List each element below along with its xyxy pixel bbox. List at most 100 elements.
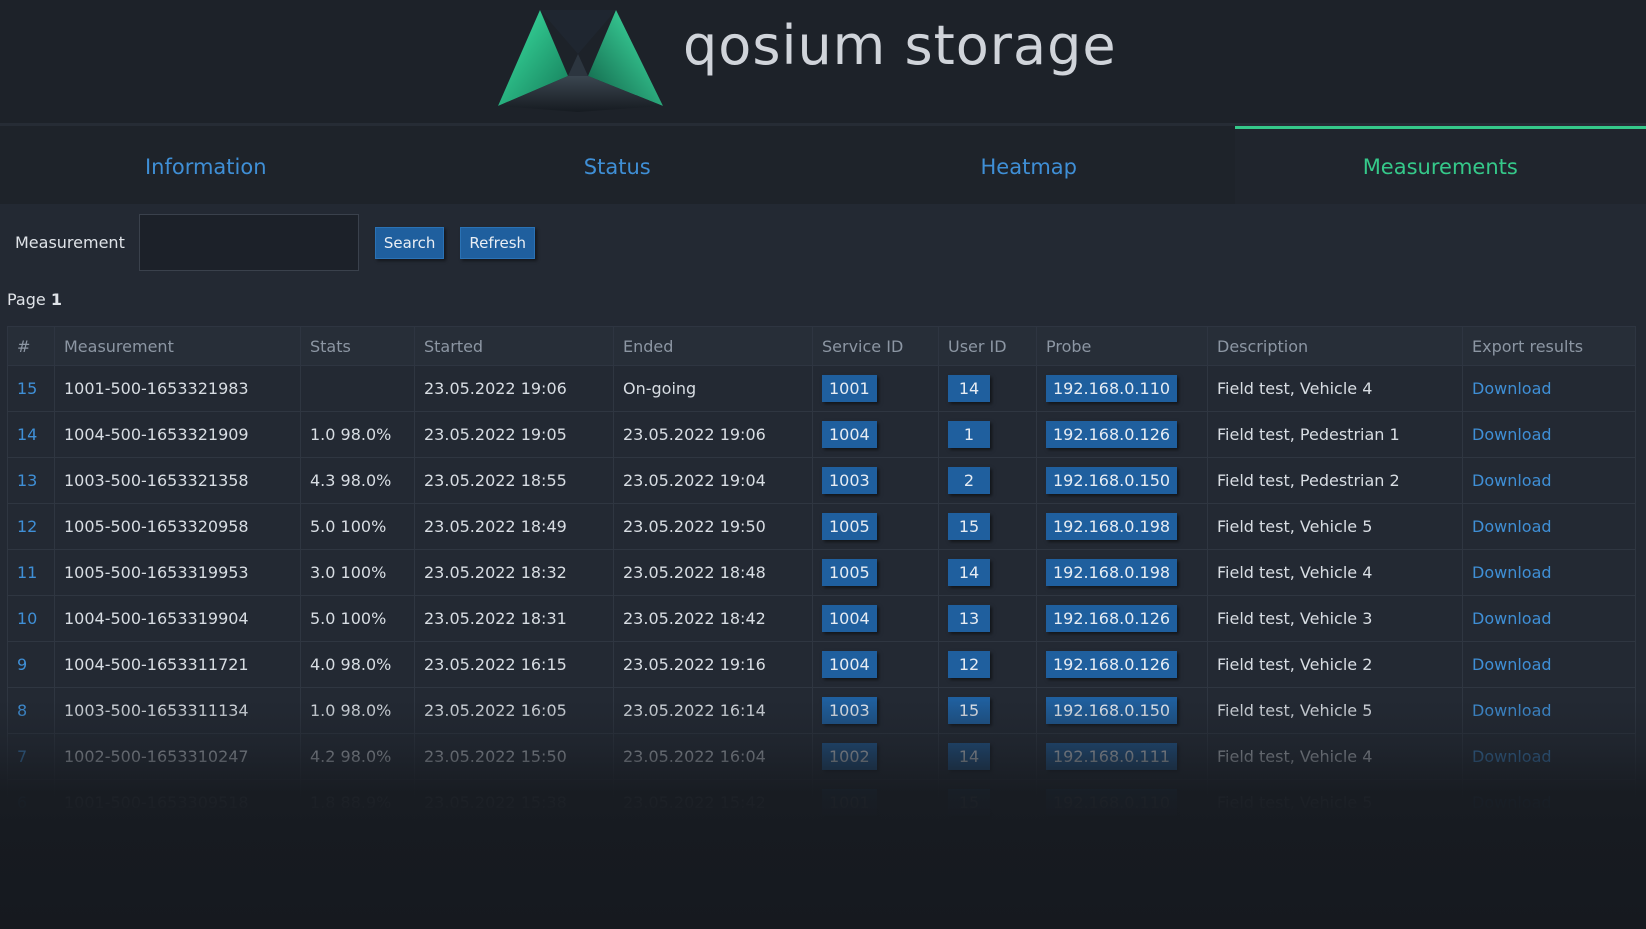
user-id-badge: 1	[948, 421, 990, 448]
row-index[interactable]: 13	[7, 457, 55, 504]
service-id-badge: 1004	[822, 651, 877, 678]
download-link[interactable]: Download	[1472, 793, 1552, 812]
row-stats: 4.3 98.0%	[300, 457, 415, 504]
refresh-button[interactable]: Refresh	[460, 226, 536, 259]
row-description: Field test, Vehicle 5	[1207, 503, 1463, 550]
service-id-badge: 1004	[822, 421, 877, 448]
download-link[interactable]: Download	[1472, 379, 1552, 398]
row-index[interactable]: 11	[7, 549, 55, 596]
row-service-id-cell: 1005	[812, 549, 939, 596]
service-id-badge: 1003	[822, 697, 877, 724]
row-started: 23.05.2022 16:15	[414, 641, 614, 688]
row-probe-cell: 192.168.0.126	[1036, 595, 1208, 642]
col-header-measurement: Measurement	[54, 326, 301, 366]
row-measurement: 1003-500-1653311134	[54, 687, 301, 734]
row-index[interactable]: 7	[7, 733, 55, 780]
row-index[interactable]: 6	[7, 779, 55, 826]
row-ended: On-going	[613, 365, 813, 412]
row-probe-cell: 192.168.0.126	[1036, 411, 1208, 458]
row-index[interactable]: 8	[7, 687, 55, 734]
probe-badge: 192.168.0.198	[1046, 513, 1178, 540]
row-stats	[300, 365, 415, 412]
row-service-id-cell: 1005	[812, 503, 939, 550]
user-id-badge: 2	[948, 467, 990, 494]
probe-badge: 192.168.0.198	[1046, 559, 1178, 586]
service-id-badge: 1005	[822, 559, 877, 586]
download-link[interactable]: Download	[1472, 563, 1552, 582]
row-measurement: 1005-500-1653319953	[54, 549, 301, 596]
download-link[interactable]: Download	[1472, 471, 1552, 490]
download-link[interactable]: Download	[1472, 747, 1552, 766]
row-ended: 23.05.2022 18:48	[613, 549, 813, 596]
row-stats: 4.0 98.0%	[300, 641, 415, 688]
row-measurement: 1002-500-1653310247	[54, 733, 301, 780]
row-index[interactable]: 10	[7, 595, 55, 642]
tab-information[interactable]: Information	[0, 126, 412, 204]
service-id-badge: 1001	[822, 789, 877, 816]
row-description: Field test, Pedestrian 1	[1207, 411, 1463, 458]
download-link[interactable]: Download	[1472, 609, 1552, 628]
probe-badge: 192.168.0.150	[1046, 697, 1178, 724]
row-probe-cell: 192.168.0.150	[1036, 687, 1208, 734]
app-header: qosium storage	[0, 0, 1646, 126]
table-row: 11 1005-500-1653319953 3.0 100% 23.05.20…	[7, 549, 1636, 596]
row-export-cell: Download	[1462, 733, 1636, 780]
row-export-cell: Download	[1462, 687, 1636, 734]
row-ended: 23.05.2022 16:04	[613, 733, 813, 780]
row-stats: 3.0 100%	[300, 549, 415, 596]
main-content: Measurement Search Refresh Page 1 # Meas…	[0, 204, 1646, 929]
row-description: Field test, Vehicle 2	[1207, 641, 1463, 688]
service-id-badge: 1004	[822, 605, 877, 632]
row-index[interactable]: 14	[7, 411, 55, 458]
measurement-search-input[interactable]	[138, 214, 359, 271]
download-link[interactable]: Download	[1472, 655, 1552, 674]
user-id-badge: 15	[948, 789, 990, 816]
row-measurement: 1001-500-1653309518	[54, 779, 301, 826]
col-header-probe: Probe	[1036, 326, 1208, 366]
service-id-badge: 1003	[822, 467, 877, 494]
row-service-id-cell: 1001	[812, 779, 939, 826]
search-label: Measurement	[15, 233, 125, 252]
row-service-id-cell: 1004	[812, 595, 939, 642]
table-row: 10 1004-500-1653319904 5.0 100% 23.05.20…	[7, 595, 1636, 642]
row-measurement: 1004-500-1653319904	[54, 595, 301, 642]
row-user-id-cell: 15	[938, 687, 1037, 734]
row-description: Field test, Vehicle 5	[1207, 687, 1463, 734]
row-description: Field test, Vehicle 4	[1207, 365, 1463, 412]
search-button[interactable]: Search	[374, 226, 445, 259]
download-link[interactable]: Download	[1472, 517, 1552, 536]
row-index[interactable]: 15	[7, 365, 55, 412]
col-header-description: Description	[1207, 326, 1463, 366]
row-ended: 23.05.2022 19:50	[613, 503, 813, 550]
service-id-badge: 1001	[822, 375, 877, 402]
table-row: 13 1003-500-1653321358 4.3 98.0% 23.05.2…	[7, 457, 1636, 504]
row-stats: 4.2 98.0%	[300, 733, 415, 780]
row-user-id-cell: 14	[938, 365, 1037, 412]
tab-measurements[interactable]: Measurements	[1234, 126, 1646, 204]
row-description: Field test, Vehicle 4	[1207, 733, 1463, 780]
row-index[interactable]: 12	[7, 503, 55, 550]
col-header-user-id: User ID	[938, 326, 1037, 366]
row-export-cell: Download	[1462, 457, 1636, 504]
probe-badge: 192.168.0.111	[1046, 743, 1178, 770]
row-stats: 5.0 100%	[300, 595, 415, 642]
row-index[interactable]: 9	[7, 641, 55, 688]
tab-status[interactable]: Status	[411, 126, 823, 204]
table-row: 9 1004-500-1653311721 4.0 98.0% 23.05.20…	[7, 641, 1636, 688]
row-service-id-cell: 1001	[812, 365, 939, 412]
row-user-id-cell: 14	[938, 733, 1037, 780]
tab-heatmap[interactable]: Heatmap	[823, 126, 1235, 204]
download-link[interactable]: Download	[1472, 701, 1552, 720]
row-started: 23.05.2022 15:50	[414, 733, 614, 780]
table-header-row: # Measurement Stats Started Ended Servic…	[7, 326, 1636, 366]
row-export-cell: Download	[1462, 779, 1636, 826]
download-link[interactable]: Download	[1472, 425, 1552, 444]
row-started: 23.05.2022 18:55	[414, 457, 614, 504]
row-ended: 23.05.2022 19:06	[613, 411, 813, 458]
row-service-id-cell: 1003	[812, 687, 939, 734]
row-user-id-cell: 2	[938, 457, 1037, 504]
row-user-id-cell: 14	[938, 549, 1037, 596]
row-measurement: 1001-500-1653321983	[54, 365, 301, 412]
user-id-badge: 14	[948, 375, 990, 402]
row-probe-cell: 192.168.0.150	[1036, 457, 1208, 504]
